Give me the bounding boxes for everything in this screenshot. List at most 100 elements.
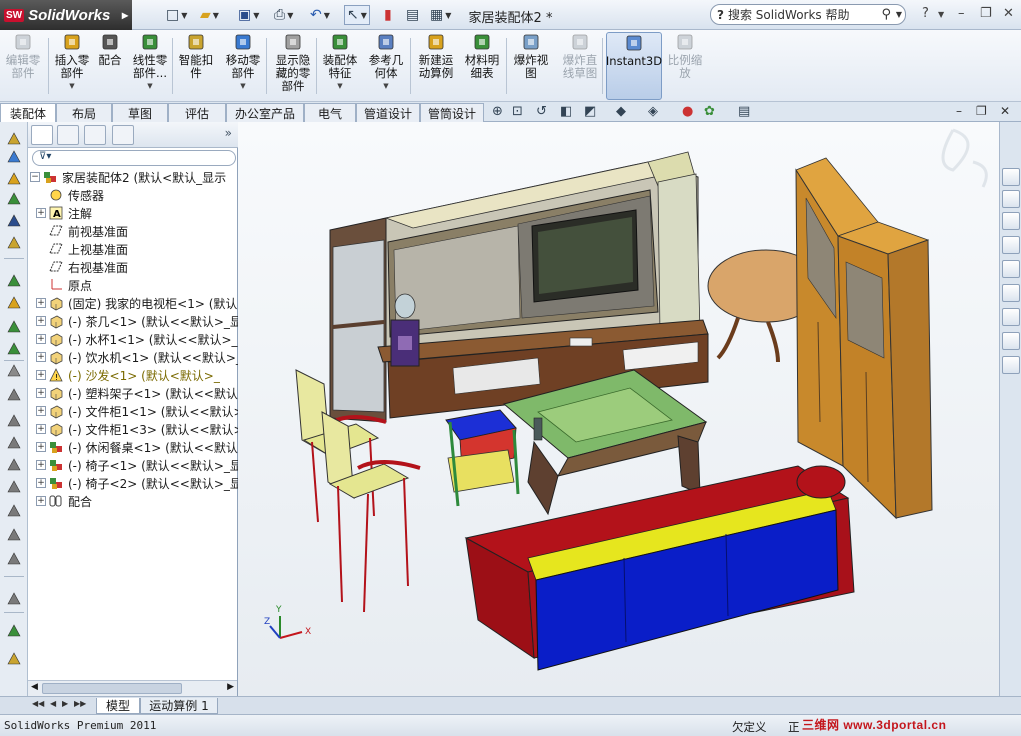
chevron-down-icon[interactable]: ▼ (337, 80, 342, 93)
configuration-manager-tab-icon[interactable] (84, 125, 106, 145)
cmd-show-hidden-button[interactable]: 显示隐 藏的零 部件 (270, 32, 316, 100)
next-tab-icon[interactable]: ▶ (62, 699, 68, 708)
sketch-icon[interactable] (5, 130, 23, 148)
linear-pattern-icon[interactable] (5, 434, 23, 452)
cmd-smart-fasteners-button[interactable]: 智能扣 件 (176, 32, 216, 100)
expand-toggle-icon[interactable]: + (36, 370, 46, 380)
cmd-insert-component-button[interactable]: 插入零 部件 ▼ (52, 32, 92, 100)
rapid-sketch-icon[interactable] (5, 590, 23, 608)
print-button[interactable]: ⎙ ▼ (274, 5, 293, 25)
tab-2[interactable]: 草图 (112, 103, 168, 122)
tab-motion-study[interactable]: 运动算例 1 (140, 698, 218, 714)
tab-3[interactable]: 评估 (168, 103, 226, 122)
expand-toggle-icon[interactable]: + (36, 298, 46, 308)
expand-toggle-icon[interactable]: + (36, 478, 46, 488)
cmd-assembly-feature-button[interactable]: 装配体 特征 ▼ (320, 32, 360, 100)
cmd-new-motion-study-button[interactable]: 新建运 动算例 (414, 32, 458, 100)
appearance-icon[interactable]: ● (682, 104, 693, 119)
tv-cabinet[interactable] (329, 151, 709, 423)
chevron-down-icon[interactable]: ▼ (69, 80, 74, 93)
convert-icon[interactable] (5, 362, 23, 380)
view-palette-icon[interactable] (1002, 260, 1020, 278)
design-library-icon[interactable] (1002, 212, 1020, 230)
tree-item[interactable]: 传感器 (28, 186, 238, 204)
dynamic-annotation-icon[interactable]: ◩ (584, 104, 596, 119)
previous-view-icon[interactable]: ↺ (536, 104, 547, 119)
cmd-explode-line-sketch-button[interactable]: 爆炸直 线草图 (558, 32, 602, 100)
tab-4[interactable]: 办公室产品 (226, 103, 304, 122)
menu-arrow-icon[interactable]: ▸ (122, 8, 128, 22)
custom-properties-icon[interactable] (1002, 308, 1020, 326)
spline-icon[interactable] (5, 190, 23, 208)
expand-toggle-icon[interactable]: + (36, 460, 46, 470)
scroll-right-icon[interactable]: ▶ (227, 682, 234, 692)
3dcontent-icon[interactable] (1002, 332, 1020, 350)
tree-item[interactable]: + (-) 文件柜1<3> (默认<<默认>_ (28, 420, 238, 438)
tab-7[interactable]: 管筒设计 (420, 103, 484, 122)
tree-filter-input[interactable]: ⊽▾ (32, 150, 236, 166)
expand-toggle-icon[interactable]: + (36, 352, 46, 362)
sofa[interactable] (464, 465, 855, 671)
tree-item[interactable]: + (-) 饮水机<1> (默认<<默认>_显 (28, 348, 238, 366)
tree-item[interactable]: + (-) 椅子<2> (默认<<默认>_显示 (28, 474, 238, 492)
open-button[interactable]: ▰ ▼ (200, 5, 219, 25)
chevron-down-icon[interactable]: ▼ (896, 10, 902, 19)
expand-toggle-icon[interactable]: + (36, 334, 46, 344)
rotate-icon[interactable] (5, 478, 23, 496)
shaded-sketch-icon[interactable] (5, 650, 23, 668)
view-settings-icon[interactable]: ▤ (738, 104, 750, 119)
expand-toggle-icon[interactable]: + (36, 496, 46, 506)
restore-button[interactable]: ❐ (980, 6, 992, 21)
tree-item[interactable]: +! (-) 沙发<1> (默认<默认>_ (28, 366, 238, 384)
chevron-down-icon[interactable]: ▼ (240, 80, 245, 93)
file-explorer-icon[interactable] (1002, 236, 1020, 254)
tree-item[interactable]: + (-) 水杯1<1> (默认<<默认>_显 (28, 330, 238, 348)
tree-item[interactable]: + A 注解 (28, 204, 238, 222)
toolbox-icon[interactable] (1002, 356, 1020, 374)
quick-snaps-icon[interactable] (5, 550, 23, 568)
tree-item[interactable]: + (-) 休闲餐桌<1> (默认<<默认> (28, 438, 238, 456)
display-manager-tab-icon[interactable] (112, 125, 134, 145)
fillet-icon[interactable] (5, 386, 23, 404)
chevron-down-icon[interactable]: ▼ (147, 80, 152, 93)
feature-tree-tab-icon[interactable] (31, 125, 53, 145)
tree-item[interactable]: 原点 (28, 276, 238, 294)
last-tab-icon[interactable]: ▶▶ (74, 699, 86, 708)
expand-toggle-icon[interactable]: + (36, 406, 46, 416)
close-button[interactable]: ✕ (1003, 6, 1014, 21)
doc-close-button[interactable]: ✕ (1000, 104, 1010, 118)
move-icon[interactable] (5, 456, 23, 474)
display-style-icon[interactable]: ◈ (648, 104, 658, 119)
solidworks-logo[interactable]: SW SolidWorks ▸ (0, 0, 132, 30)
options-button[interactable]: ▦ ▼ (430, 5, 451, 25)
section-view-icon[interactable]: ◧ (560, 104, 572, 119)
tree-item[interactable]: 前视基准面 (28, 222, 238, 240)
scroll-left-icon[interactable]: ◀ (31, 682, 38, 692)
plastic-shelf[interactable] (445, 409, 520, 507)
expand-toggle-icon[interactable]: + (36, 442, 46, 452)
circle-icon[interactable] (5, 234, 23, 252)
save-button[interactable]: ▣ ▼ (238, 5, 259, 25)
help-dropdown-icon[interactable]: ▼ (938, 10, 944, 19)
chamfer-icon[interactable] (5, 412, 23, 430)
cmd-move-component-button[interactable]: 移动零 部件 ▼ (222, 32, 264, 100)
cmd-bom-button[interactable]: 材料明 细表 (462, 32, 502, 100)
trim-icon[interactable] (5, 294, 23, 312)
scene-icon[interactable]: ✿ (704, 104, 715, 119)
new-doc-button[interactable]: □ ▼ (166, 5, 187, 25)
tab-model[interactable]: 模型 (96, 698, 140, 714)
graphics-area[interactable]: Y X Z (238, 122, 999, 696)
doc-restore-button[interactable]: ❐ (976, 104, 987, 118)
tab-6[interactable]: 管道设计 (356, 103, 420, 122)
cmd-exploded-view-button[interactable]: 爆炸视 图 (510, 32, 552, 100)
solidworks-resources-icon[interactable] (1002, 168, 1020, 186)
tab-0[interactable]: 装配体 (0, 103, 56, 123)
arc-icon[interactable] (5, 272, 23, 290)
first-tab-icon[interactable]: ◀◀ (32, 699, 44, 708)
cmd-mate-button[interactable]: 配合 (96, 32, 124, 100)
undo-button[interactable]: ↶ ▼ (310, 5, 330, 25)
scroll-thumb[interactable] (42, 683, 182, 694)
water-dispenser[interactable] (390, 293, 420, 367)
expand-toggle-icon[interactable]: − (30, 172, 40, 182)
expand-toggle-icon[interactable]: + (36, 316, 46, 326)
